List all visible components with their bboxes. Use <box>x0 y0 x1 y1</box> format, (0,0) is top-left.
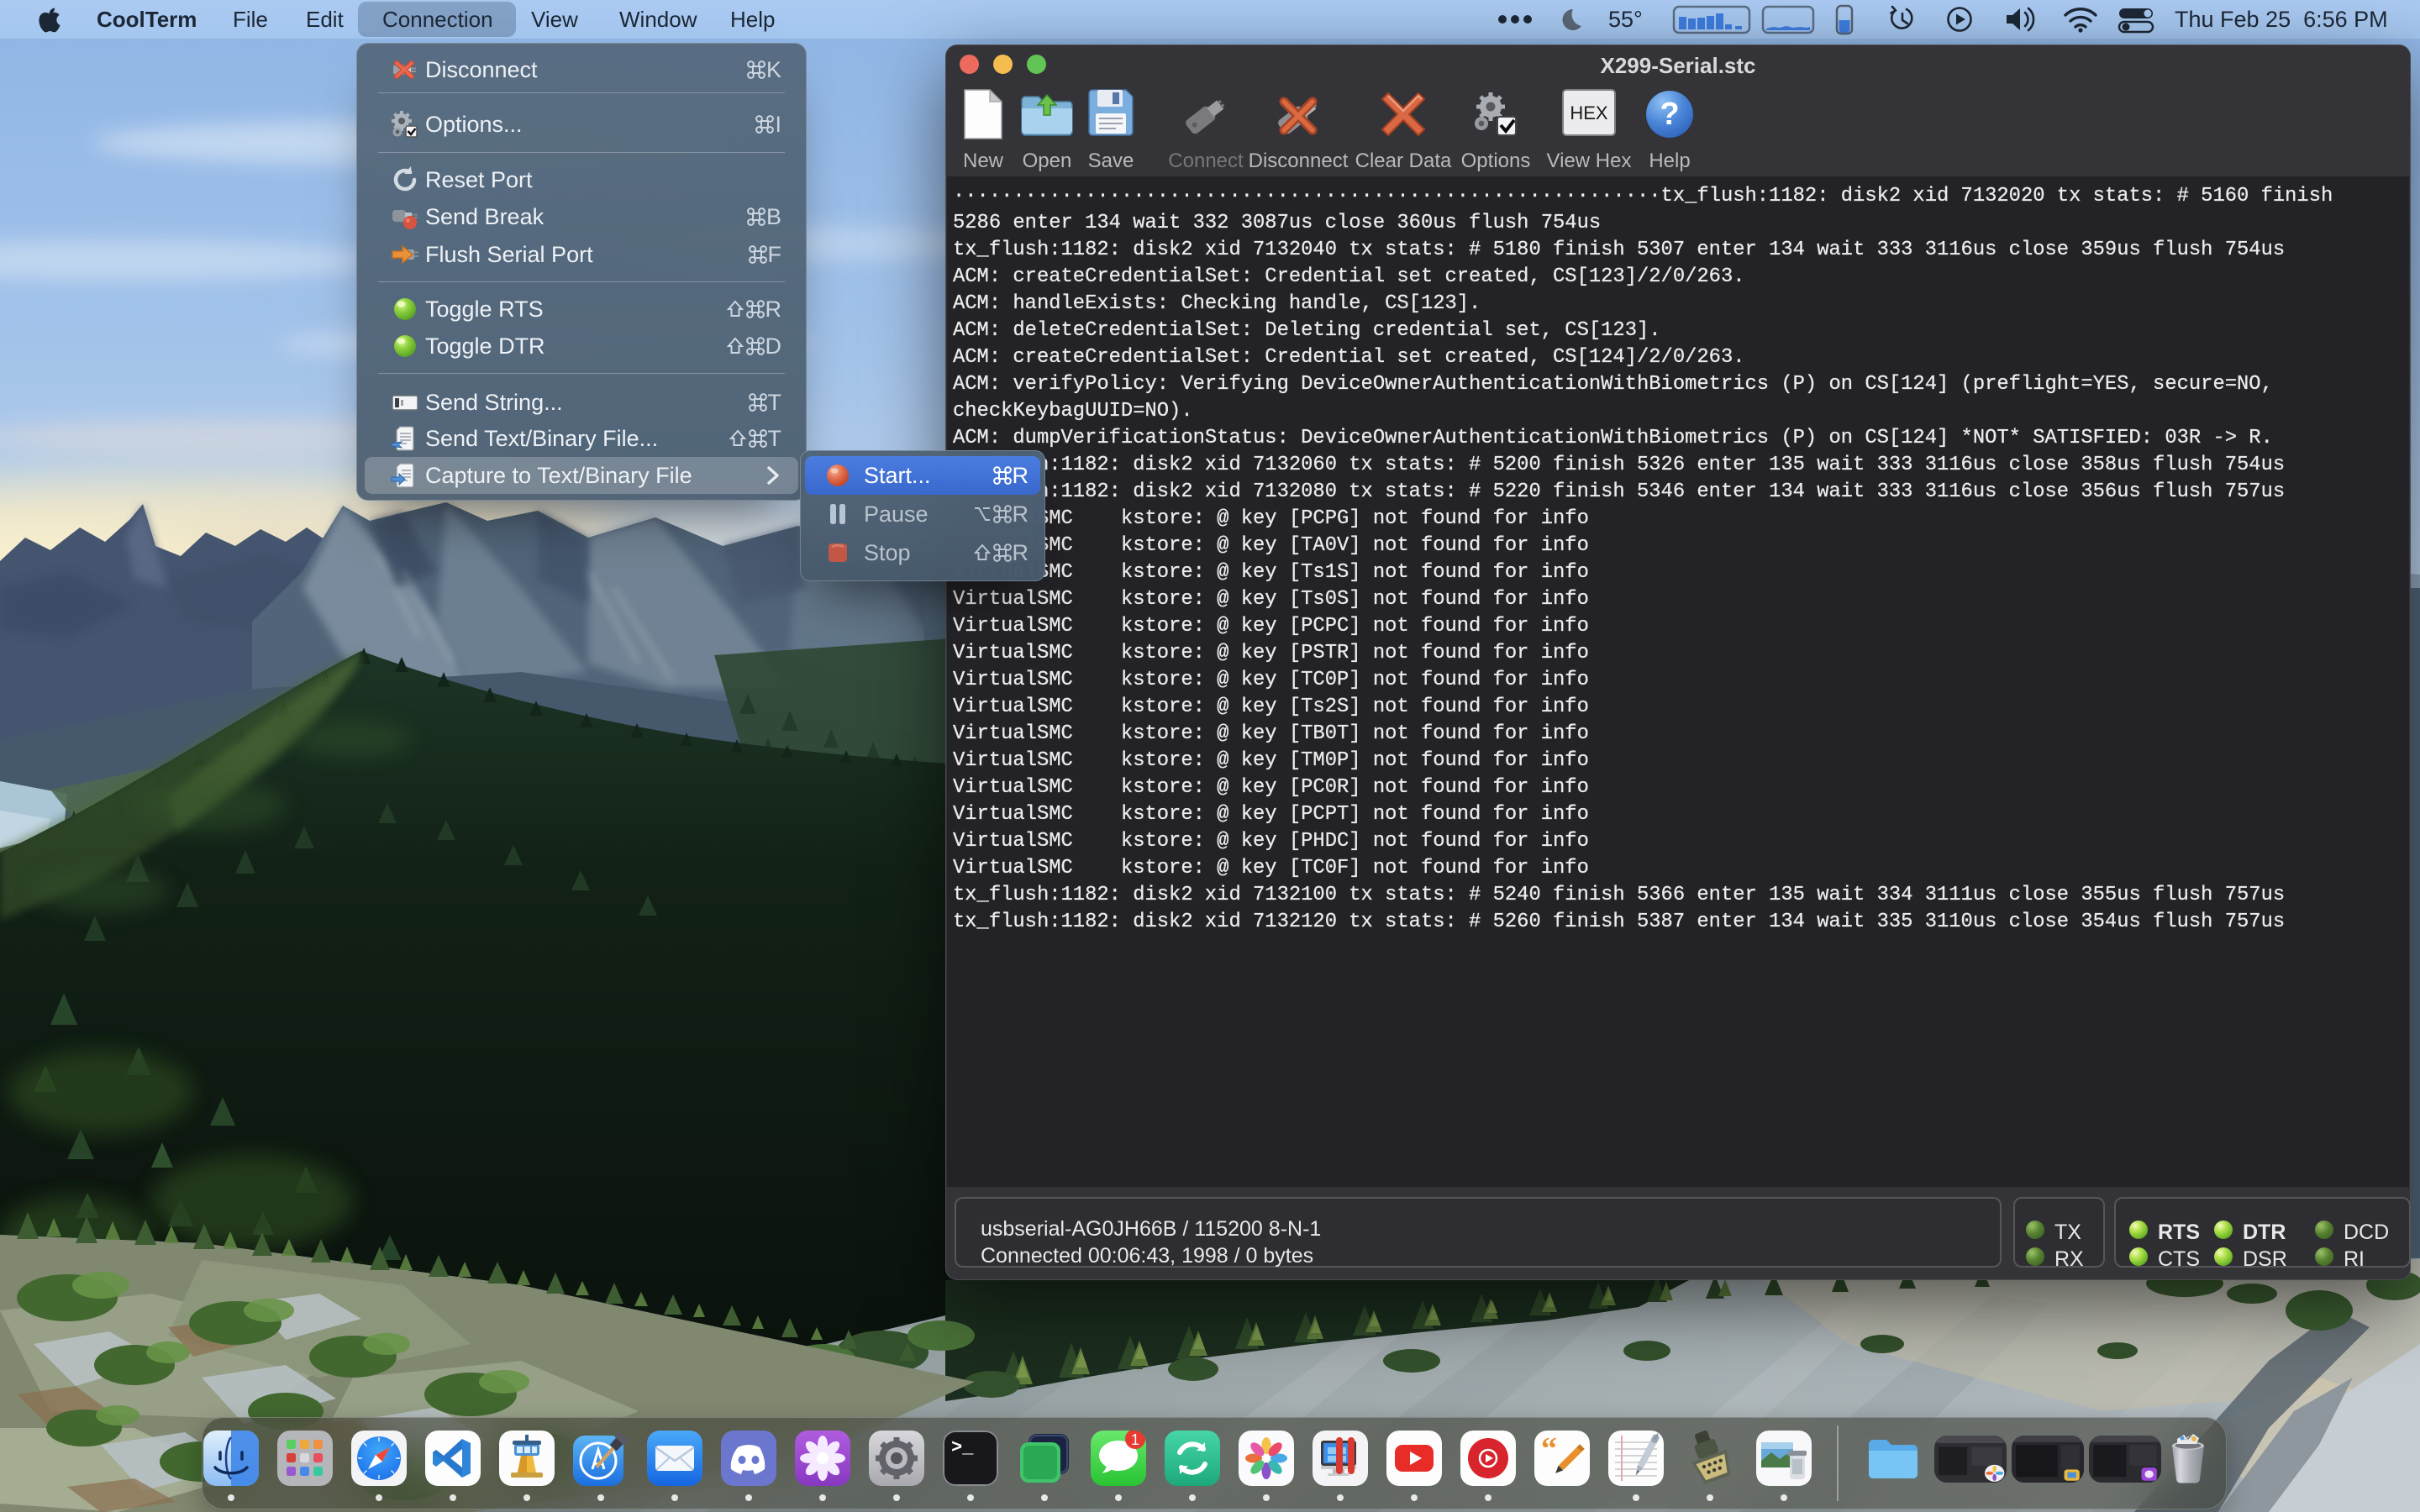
svg-text:55°: 55° <box>1608 7 1643 32</box>
svg-text:?: ? <box>1660 97 1679 132</box>
svg-text:Thu Feb 25 6:56 PM: Thu Feb 25 6:56 PM <box>2175 7 2388 32</box>
svg-text:“: “ <box>1541 1431 1557 1467</box>
svg-text:HEX: HEX <box>1570 102 1608 123</box>
svg-text:>_: >_ <box>951 1437 974 1458</box>
svg-text:1: 1 <box>1131 1431 1139 1448</box>
